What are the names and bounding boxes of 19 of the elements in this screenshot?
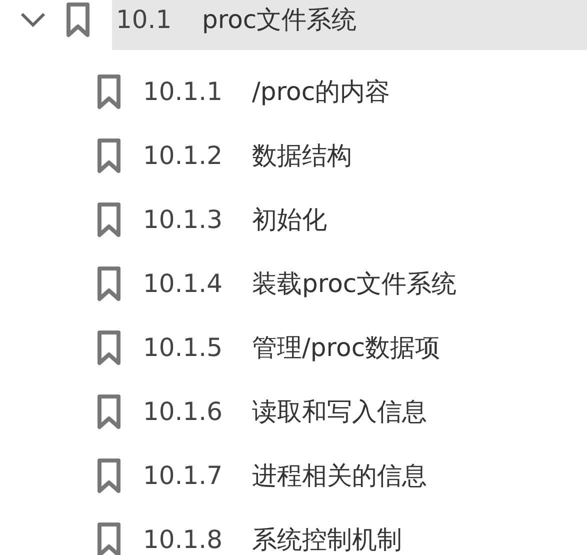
- outline-item[interactable]: 10.1 proc文件系统: [112, 0, 587, 50]
- outline-item[interactable]: 10.1.5 管理/proc数据项: [0, 316, 587, 380]
- outline-item[interactable]: 10.1.7 进程相关的信息: [0, 444, 587, 508]
- outline-item[interactable]: 10.1.2 数据结构: [0, 124, 587, 188]
- bookmark-icon: [97, 330, 121, 366]
- outline-item[interactable]: 10.1.1 /proc的内容: [0, 60, 587, 124]
- bookmark-icon: [97, 394, 121, 430]
- outline-item[interactable]: 10.1.6 读取和写入信息: [0, 380, 587, 444]
- bookmark-icon: [97, 138, 121, 174]
- outline-item[interactable]: 10.1.4 装载proc文件系统: [0, 252, 587, 316]
- bookmark-icon: [66, 2, 90, 38]
- chevron-down-icon[interactable]: [20, 12, 46, 28]
- outline-item[interactable]: 10.1.8 系统控制机制: [0, 508, 587, 555]
- bookmark-icon: [97, 458, 121, 494]
- bookmark-icon: [97, 74, 121, 110]
- bookmark-icon: [97, 202, 121, 238]
- bookmark-icon: [97, 522, 121, 555]
- outline-item[interactable]: 10.1.3 初始化: [0, 188, 587, 252]
- bookmark-icon: [97, 266, 121, 302]
